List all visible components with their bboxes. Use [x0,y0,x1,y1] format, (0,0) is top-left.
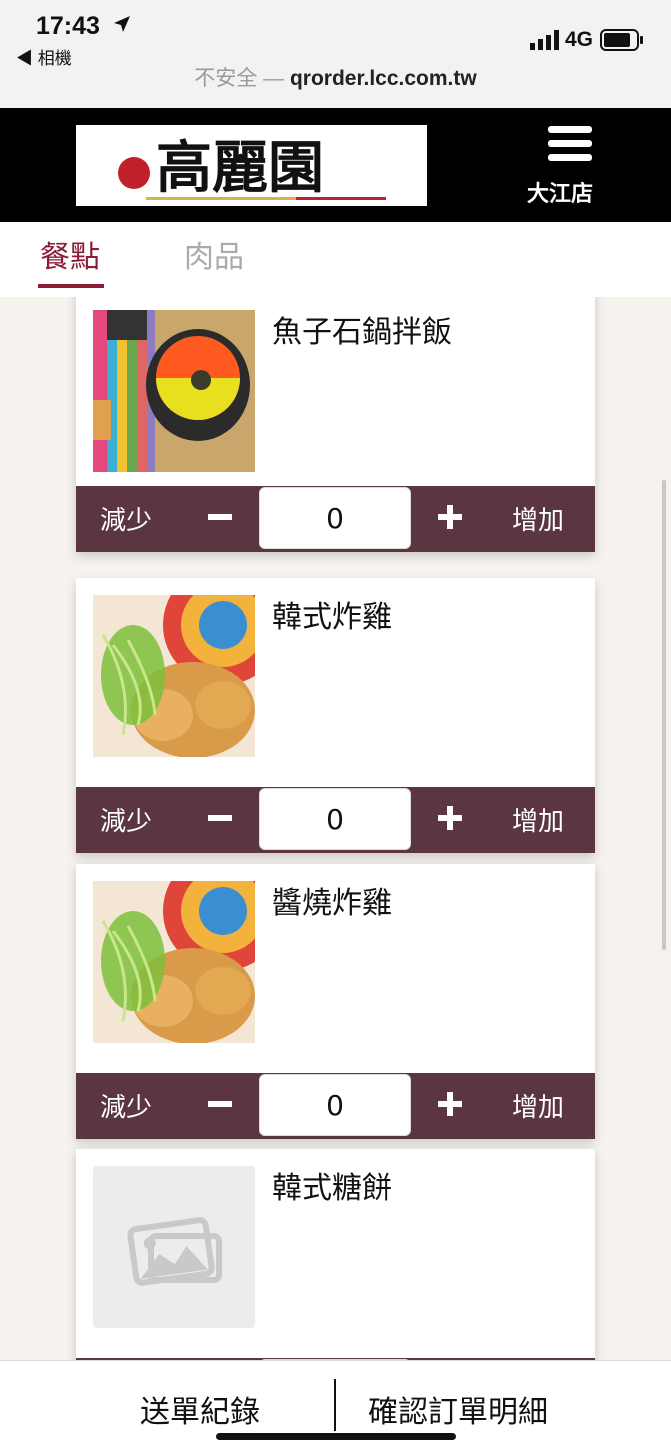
tab-meals[interactable]: 餐點 [38,232,104,288]
category-tabs: 餐點 肉品 [0,222,671,297]
minus-icon[interactable] [208,815,232,821]
url-host: qrorder.lcc.com.tw [289,67,477,90]
increase-button[interactable]: 增加 [512,801,564,838]
quantity-input[interactable]: 0 [259,788,411,850]
plus-icon[interactable] [438,505,462,529]
item-name: 魚子石鍋拌飯 [272,315,452,350]
increase-button[interactable]: 增加 [512,500,564,537]
quantity-input[interactable]: 0 [259,1074,411,1136]
plus-icon[interactable] [438,806,462,830]
address-bar[interactable]: 不安全 — qrorder.lcc.com.tw [0,62,671,92]
location-arrow-icon [114,16,130,32]
quantity-control-bar: 減少 0 增加 [76,787,595,853]
clock: 17:43 [36,12,100,40]
battery-icon [600,29,643,51]
network-type: 4G [565,28,594,51]
confirm-order-button[interactable]: 確認訂單明細 [368,1387,548,1431]
minus-icon[interactable] [208,1101,232,1107]
order-history-button[interactable]: 送單紀錄 [140,1387,260,1431]
quantity-control-bar: 減少 0 增加 [76,486,595,552]
page-scrollbar[interactable] [662,480,666,950]
minus-icon[interactable] [208,514,232,520]
menu-item-card: 韓式糖餅 減少 0 增加 [76,1149,595,1360]
hamburger-menu-icon[interactable] [548,126,592,166]
plus-icon[interactable] [438,1092,462,1116]
branch-name: 大江店 [526,182,593,207]
quantity-input[interactable]: 0 [259,487,411,549]
bibimbap-photo [93,310,255,472]
bottom-action-bar: 送單紀錄 確認訂單明細 [0,1360,671,1452]
menu-item-list: 魚子石鍋拌飯 減少 0 增加 韓式炸雞 減少 0 增加 醬燒炸雞 減少 0 增加… [0,297,671,1360]
site-header: 高麗園 大江店 [0,108,671,222]
menu-item-card: 醬燒炸雞 減少 0 增加 [76,864,595,1139]
menu-item-card: 魚子石鍋拌飯 減少 0 增加 [76,297,595,552]
logo-artwork: 高麗園 [118,135,386,201]
logo-text: 高麗園 [156,135,324,201]
decrease-button[interactable]: 減少 [100,1087,152,1124]
item-name: 醬燒炸雞 [272,886,392,921]
restaurant-logo[interactable]: 高麗園 [76,125,427,206]
item-name: 韓式糖餅 [272,1171,392,1206]
increase-button[interactable]: 增加 [512,1087,564,1124]
fried-chicken-photo [93,881,255,1043]
divider [334,1379,336,1431]
menu-item-card: 韓式炸雞 減少 0 增加 [76,578,595,853]
item-name: 韓式炸雞 [272,600,392,635]
quantity-control-bar: 減少 0 增加 [76,1073,595,1139]
decrease-button[interactable]: 減少 [100,500,152,537]
home-indicator[interactable] [216,1433,456,1440]
cellular-signal-icon [530,30,559,50]
decrease-button[interactable]: 減少 [100,801,152,838]
status-bar: 17:43 ◀ 相機 4G 不安全 — qrorder.lcc.com.tw [0,0,671,108]
fried-chicken-photo [93,595,255,757]
tab-meats[interactable]: 肉品 [184,232,244,276]
placeholder-image-icon [93,1166,255,1328]
insecure-label: 不安全 — [194,67,290,90]
